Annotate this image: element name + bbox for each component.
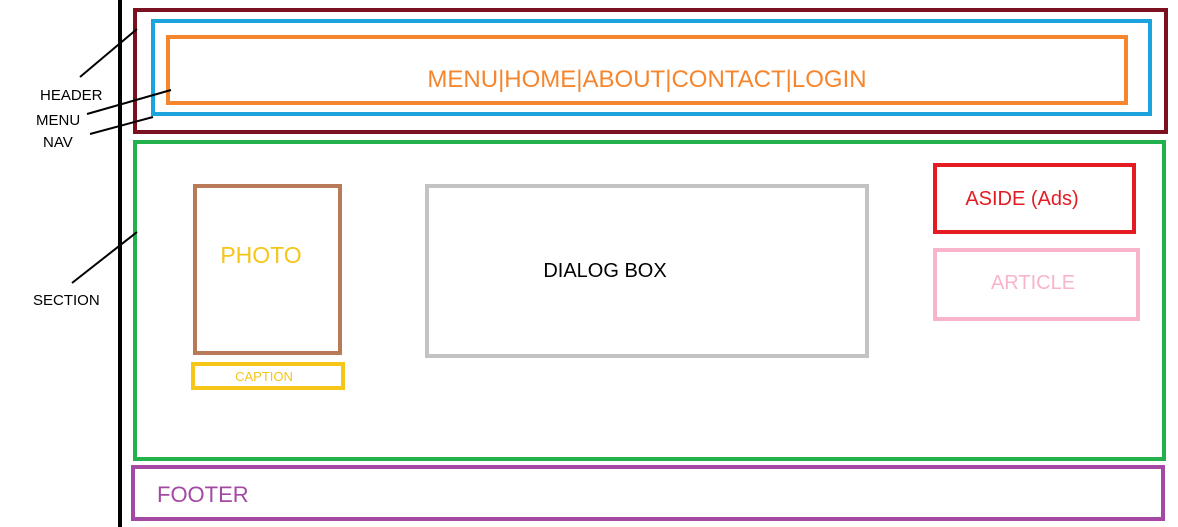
section-annotation-label: SECTION	[33, 292, 100, 309]
menu-text: MENU|HOME|ABOUT|CONTACT|LOGIN	[427, 66, 867, 93]
article-label: ARTICLE	[990, 272, 1076, 294]
footer-label: FOOTER	[157, 482, 249, 507]
header-pointer-line	[79, 28, 138, 78]
dialog-label: DIALOG BOX	[543, 260, 667, 282]
aside-label: ASIDE (Ads)	[965, 188, 1079, 210]
photo-label: PHOTO	[220, 242, 302, 268]
caption-label: CAPTION	[235, 369, 293, 384]
section-pointer-line	[71, 231, 138, 284]
page-left-border	[118, 0, 122, 527]
nav-annotation-label: NAV	[43, 134, 73, 151]
menu-annotation-label: MENU	[36, 112, 81, 129]
header-annotation-label: HEADER	[40, 87, 103, 104]
